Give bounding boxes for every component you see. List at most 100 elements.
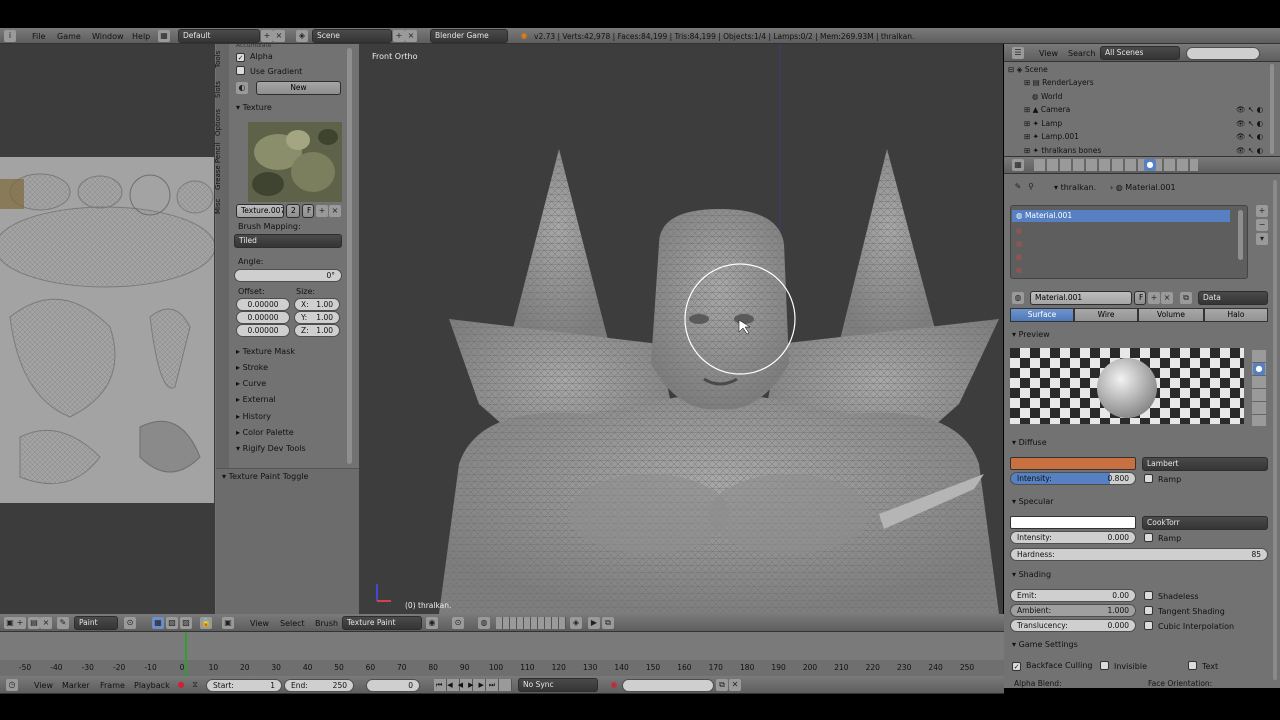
- gradient-option[interactable]: Use Gradient: [236, 66, 302, 76]
- diffuse-intensity-field[interactable]: Intensity: 0.800: [1010, 472, 1136, 485]
- texture-fake-user[interactable]: F: [302, 204, 314, 218]
- uv-pivot-icon[interactable]: ⊙: [124, 617, 136, 629]
- uv-snap-icon[interactable]: ▧: [166, 617, 178, 629]
- texture-users-field[interactable]: 2: [286, 204, 300, 218]
- outliner-menu-search[interactable]: Search: [1068, 49, 1095, 58]
- slot-remove-icon[interactable]: −: [1256, 219, 1268, 231]
- tab-misc[interactable]: Misc: [214, 196, 229, 218]
- specular-color-swatch[interactable]: [1010, 516, 1136, 529]
- specular-panel-header[interactable]: ▾ Specular: [1012, 497, 1054, 506]
- layers-widget[interactable]: [496, 617, 566, 629]
- timeline-menu-frame[interactable]: Frame: [100, 681, 125, 690]
- viewport-menu-brush[interactable]: Brush: [315, 619, 338, 628]
- outliner-filter-select[interactable]: All Scenes: [1100, 46, 1180, 60]
- emit-field[interactable]: Emit: 0.00: [1010, 589, 1136, 602]
- offset-z-field[interactable]: 0.00000: [236, 324, 290, 337]
- preview-sphere-icon[interactable]: ●: [1253, 363, 1265, 375]
- uv-mask-icon[interactable]: ▨: [180, 617, 192, 629]
- backface-culling-option[interactable]: ✓ Backface Culling: [1012, 661, 1092, 671]
- pivot-icon[interactable]: ⊙: [452, 617, 464, 629]
- panel-rigify-dev-tools[interactable]: ▾ Rigify Dev Tools: [236, 444, 306, 453]
- tab-tools[interactable]: Tools: [214, 46, 229, 72]
- end-frame-field[interactable]: End: 250: [284, 679, 354, 692]
- panel-curve[interactable]: ▸ Curve: [236, 379, 266, 388]
- timeline-menu-view[interactable]: View: [34, 681, 53, 690]
- mode-select[interactable]: Texture Paint: [342, 616, 422, 630]
- translucency-field[interactable]: Translucency: 0.000: [1010, 619, 1136, 632]
- cubic-interpolation-option[interactable]: Cubic Interpolation: [1144, 621, 1234, 631]
- texture-add-icon[interactable]: +: [316, 205, 328, 217]
- properties-scrollbar[interactable]: [1273, 180, 1277, 680]
- timeline-editor-icon[interactable]: ◷: [6, 679, 18, 691]
- pin-icon[interactable]: ✎: [1012, 181, 1024, 193]
- material-unlink-icon[interactable]: ×: [1161, 292, 1173, 304]
- sync-mode-select[interactable]: No Sync: [518, 678, 598, 692]
- uv-lock-icon[interactable]: 🔒: [200, 617, 212, 629]
- panel-texture-mask[interactable]: ▸ Texture Mask: [236, 347, 295, 356]
- invisible-option[interactable]: Invisible: [1100, 661, 1147, 671]
- invisible-checkbox[interactable]: [1100, 661, 1109, 670]
- hardness-field[interactable]: Hardness: 85: [1010, 548, 1268, 561]
- uv-texture-image[interactable]: [0, 157, 214, 503]
- timeline-track[interactable]: [0, 632, 1004, 660]
- tool-shelf-scrollbar[interactable]: [347, 48, 352, 464]
- viewport-menu-select[interactable]: Select: [280, 619, 305, 628]
- specular-ramp-checkbox[interactable]: [1144, 533, 1153, 542]
- face-mask-icon[interactable]: ◍: [478, 617, 490, 629]
- timeline-menu-marker[interactable]: Marker: [62, 681, 90, 690]
- shading-icon[interactable]: ◉: [426, 617, 438, 629]
- tab-wire[interactable]: Wire: [1074, 308, 1138, 322]
- material-context-icon[interactable]: ●: [1144, 159, 1156, 171]
- outliner-menu-view[interactable]: View: [1039, 49, 1058, 58]
- menu-file[interactable]: File: [32, 32, 45, 41]
- panel-external[interactable]: ▸ External: [236, 395, 276, 404]
- outliner-scrollbar[interactable]: [1270, 64, 1274, 154]
- alpha-option[interactable]: ✓ Alpha: [236, 52, 273, 62]
- tab-halo[interactable]: Halo: [1204, 308, 1268, 322]
- properties-editor-icon[interactable]: ▦: [1012, 159, 1024, 171]
- operator-panel-header[interactable]: ▾ Texture Paint Toggle: [222, 472, 308, 481]
- 3d-viewport[interactable]: [359, 44, 1003, 614]
- shading-panel-header[interactable]: ▾ Shading: [1012, 570, 1051, 579]
- size-x-field[interactable]: X: 1.00: [294, 298, 340, 311]
- material-link-select[interactable]: Data: [1198, 291, 1268, 305]
- material-name-field[interactable]: Material.001: [1030, 291, 1132, 305]
- specular-shader-select[interactable]: CookTorr: [1142, 516, 1268, 530]
- timeline-playhead[interactable]: [185, 632, 187, 676]
- gradient-checkbox[interactable]: [236, 66, 245, 75]
- layout-remove-icon[interactable]: ×: [273, 30, 285, 42]
- ambient-field[interactable]: Ambient: 1.000: [1010, 604, 1136, 617]
- outliner-row-scene[interactable]: ⊟ ◈ Scene: [1008, 63, 1276, 76]
- menu-game[interactable]: Game: [57, 32, 81, 41]
- viewport-editor-type-icon[interactable]: ▣: [222, 617, 234, 629]
- diffuse-ramp-option[interactable]: Ramp: [1144, 474, 1181, 484]
- uv-image-icon[interactable]: ▤: [28, 617, 40, 629]
- record-icon[interactable]: ●: [175, 679, 187, 691]
- menu-help[interactable]: Help: [132, 32, 150, 41]
- brush-mapping-select[interactable]: Tiled: [234, 234, 342, 248]
- playback-controls[interactable]: ⏮◀◀▶▶⏭: [434, 679, 512, 691]
- specular-ramp-option[interactable]: Ramp: [1144, 533, 1181, 543]
- slot-list-scrollbar[interactable]: [1238, 210, 1243, 260]
- lamp001-visibility-icon[interactable]: 👁 ↖ ◐: [1236, 130, 1263, 143]
- outliner-row-lamp[interactable]: ⊞ ✦ Lamp 👁 ↖ ◐: [1008, 117, 1276, 130]
- offset-y-field[interactable]: 0.00000: [236, 311, 290, 324]
- preview-range-icon[interactable]: ⧖: [189, 679, 201, 691]
- menu-window[interactable]: Window: [92, 32, 124, 41]
- render-icon[interactable]: ◈: [570, 617, 582, 629]
- viewport-menu-view[interactable]: View: [250, 619, 269, 628]
- keying-record-icon[interactable]: ◉: [608, 679, 620, 691]
- uv-pin-icon[interactable]: ✎: [57, 617, 69, 629]
- uv-paint-mode-select[interactable]: Paint: [74, 616, 118, 630]
- texture-unlink-icon[interactable]: ×: [329, 205, 341, 217]
- info-editor-icon[interactable]: i: [4, 30, 16, 42]
- uv-sync-icon[interactable]: ▦: [152, 617, 164, 629]
- shadeless-option[interactable]: Shadeless: [1144, 591, 1199, 601]
- tangent-shading-option[interactable]: Tangent Shading: [1144, 606, 1225, 616]
- properties-context-tabs[interactable]: [1034, 159, 1198, 171]
- texture-panel-header[interactable]: ▾ Texture: [236, 103, 272, 112]
- keying-delete-icon[interactable]: ✕: [729, 679, 741, 691]
- outliner-row-lamp-001[interactable]: ⊞ ✦ Lamp.001 👁 ↖ ◐: [1008, 130, 1276, 143]
- diffuse-color-swatch[interactable]: [1010, 457, 1136, 470]
- angle-field[interactable]: 0°: [234, 269, 342, 282]
